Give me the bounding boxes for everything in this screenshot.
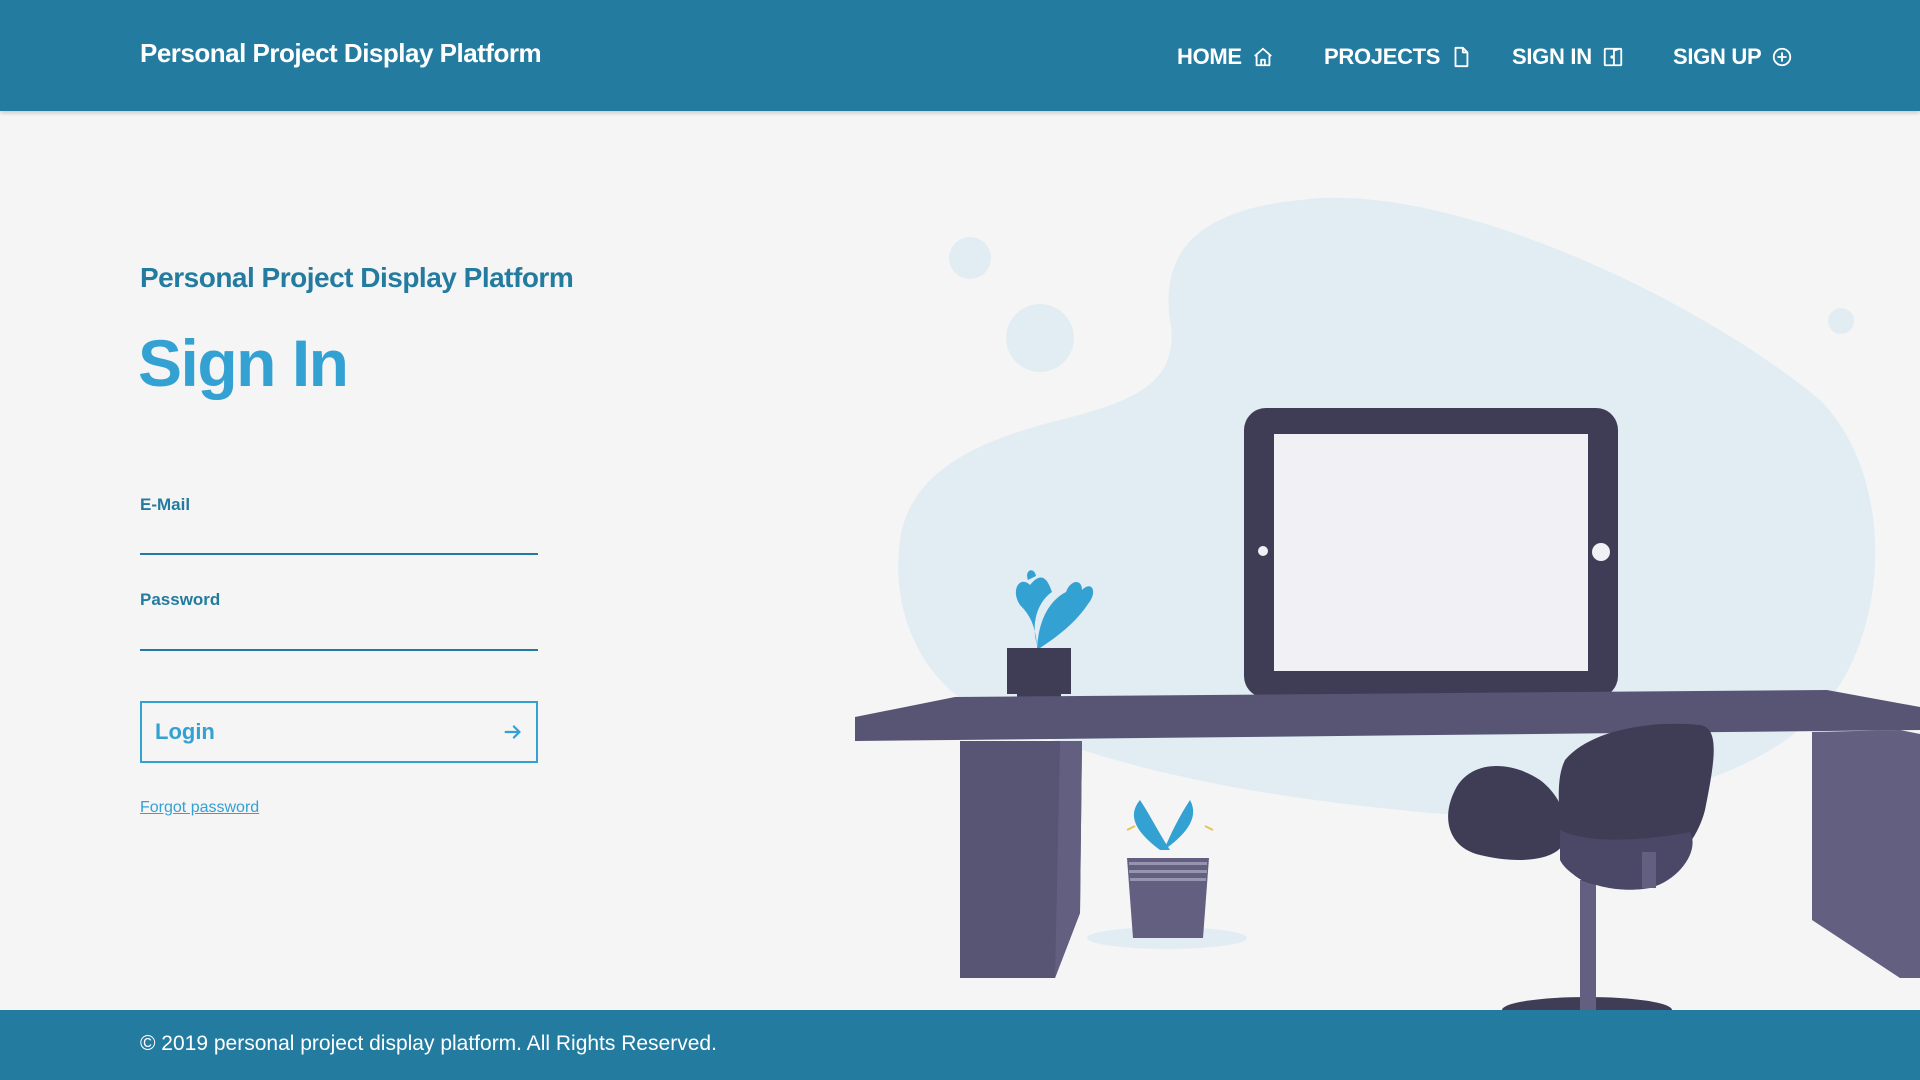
email-label: E-Mail — [140, 495, 191, 514]
page-subtitle: Personal Project Display Platform — [140, 262, 574, 293]
tablet-illustration — [1244, 408, 1618, 698]
home-icon — [1252, 46, 1274, 68]
arrow-right-icon — [502, 721, 524, 743]
plus-circle-icon — [1771, 46, 1793, 68]
main-nav: HOME PROJECTS SIGN IN SIGN UP — [0, 0, 1920, 111]
sign-in-icon — [1602, 46, 1624, 68]
forgot-password-link[interactable]: Forgot password — [140, 799, 259, 817]
password-field[interactable] — [140, 617, 538, 651]
nav-home-label: HOME — [1177, 44, 1242, 69]
chair-illustration — [1448, 723, 1714, 1010]
nav-signin-link[interactable]: SIGN IN — [1512, 42, 1624, 72]
top-navbar: Personal Project Display Platform HOME P… — [0, 0, 1920, 111]
password-label: Password — [140, 590, 221, 609]
page-footer: © 2019 personal project display platform… — [0, 1010, 1920, 1080]
bubble-small — [949, 237, 991, 279]
login-button-label: Login — [155, 719, 215, 744]
email-field[interactable] — [140, 521, 538, 555]
nav-projects-link[interactable]: PROJECTS — [1324, 42, 1472, 72]
file-icon — [1450, 46, 1472, 68]
bubble-tiny — [1828, 308, 1854, 334]
nav-home-link[interactable]: HOME — [1177, 42, 1274, 72]
bubble-medium — [1006, 304, 1074, 372]
desk-illustration — [845, 180, 1920, 1023]
nav-projects-label: PROJECTS — [1324, 44, 1441, 69]
nav-signin-label: SIGN IN — [1512, 44, 1592, 69]
login-button[interactable]: Login — [140, 701, 538, 763]
page-title: Sign In — [138, 326, 349, 400]
footer-copyright: © 2019 personal project display platform… — [140, 1032, 717, 1055]
nav-signup-label: SIGN UP — [1673, 44, 1762, 69]
potted-plant-illustration — [1126, 800, 1214, 938]
nav-signup-link[interactable]: SIGN UP — [1673, 42, 1793, 72]
